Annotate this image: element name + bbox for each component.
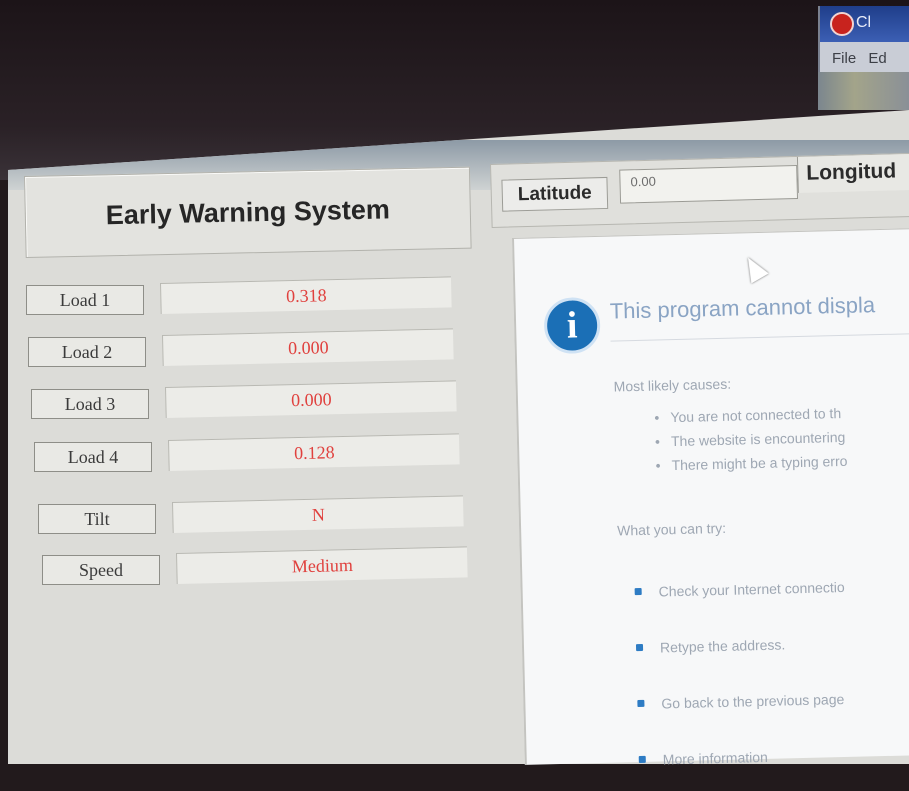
reading-label: Load 2 — [28, 337, 146, 367]
background-app-titlebar: Cl — [820, 6, 909, 42]
latitude-label: Latitude — [501, 176, 609, 212]
background-app-menubar: File Ed — [832, 50, 895, 67]
reading-label: Load 3 — [31, 389, 149, 419]
try-item-go-back-link[interactable]: Go back to the previous page — [637, 671, 848, 732]
try-list: Check your Internet connectio Retype the… — [634, 559, 849, 788]
title-panel: Early Warning System — [24, 166, 472, 258]
error-title: This program cannot displa — [609, 292, 876, 324]
reading-label: Load 4 — [34, 442, 152, 472]
try-item-retype-address: Retype the address. — [635, 615, 846, 676]
divider — [610, 332, 909, 342]
background-app-title: Cl — [856, 14, 872, 31]
background-app-window: Cl File Ed — [818, 6, 909, 72]
latitude-field[interactable]: 0.00 — [619, 164, 799, 204]
reading-value: 0.318 — [160, 276, 452, 314]
cause-item: There might be a typing erro — [655, 449, 847, 478]
causes-heading: Most likely causes: — [613, 375, 732, 395]
menu-file[interactable]: File — [832, 50, 856, 67]
reading-value: Medium — [176, 546, 468, 584]
info-icon: i — [543, 296, 601, 355]
causes-list: You are not connected to th The website … — [654, 401, 848, 478]
reading-label: Speed — [42, 555, 160, 585]
try-item-more-information-link[interactable]: More information — [638, 727, 849, 788]
longitude-label: Longitud — [796, 153, 909, 193]
reading-value: 0.128 — [168, 433, 460, 471]
coordinates-panel: Latitude 0.00 Longitud — [490, 152, 909, 228]
page-title: Early Warning System — [105, 193, 391, 230]
app-icon — [830, 12, 854, 36]
reading-value: N — [172, 495, 464, 533]
try-heading: What you can try: — [616, 519, 727, 539]
try-item-check-connection: Check your Internet connectio — [634, 559, 845, 620]
reading-value: 0.000 — [162, 328, 454, 366]
embedded-browser-error-page: i This program cannot displa Most likely… — [512, 228, 909, 767]
reading-value: 0.000 — [165, 380, 457, 418]
toolbar-strip — [818, 72, 909, 110]
reading-label: Load 1 — [26, 285, 144, 315]
menu-edit[interactable]: Ed — [868, 50, 886, 67]
reading-label: Tilt — [38, 504, 156, 534]
